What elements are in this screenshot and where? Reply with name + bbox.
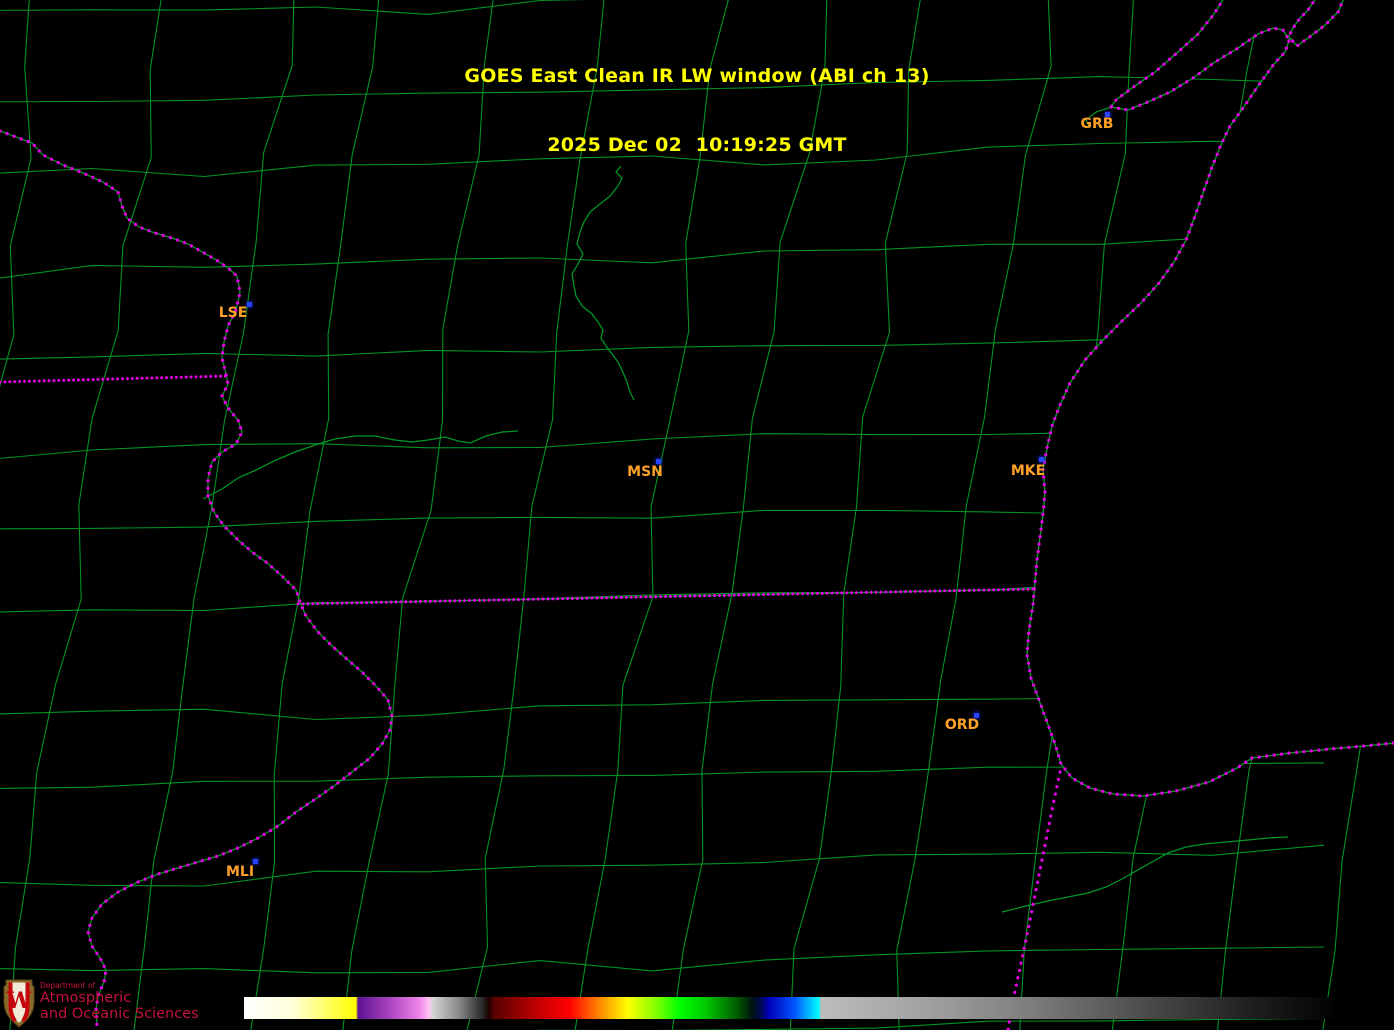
station-label: LSE [218,305,248,321]
station-label: MLI [225,864,255,880]
mississippi-river-green [0,130,393,1027]
uw-aos-logo: W Department of Atmospheric and Oceanic … [3,977,199,1029]
uw-crest: W [3,979,35,1028]
title-line1: GOES East Clean IR LW window (ABI ch 13) [464,65,930,87]
title-line2: 2025 Dec 02 10:19:25 GMT [547,134,847,156]
satellite-viewer: GOES East Clean IR LW window (ABI ch 13)… [0,0,1394,1030]
mississippi-border [0,129,394,1028]
station-label: MKE [1010,463,1046,479]
station-dot [252,858,258,864]
illinois-river [1001,836,1289,913]
logo-line1: Atmospheric [40,990,132,1006]
station-label: GRB [1080,116,1114,132]
logo-line2: and Oceanic Sciences [40,1006,199,1022]
image-title: GOES East Clean IR LW window (ABI ch 13)… [0,19,1394,203]
mn-ia-border [0,374,229,384]
logo-text: Department of Atmospheric and Oceanic Sc… [40,977,199,1022]
il-in-border [1006,770,1062,1030]
station-dot [655,458,661,464]
crest-letter: W [6,988,32,1014]
central-river [202,430,519,500]
station-label: MSN [627,464,663,480]
logo-department: Department of [40,981,95,990]
station-label: ORD [944,717,980,733]
ir-colorbar [244,997,1341,1019]
station-dot [1038,456,1044,462]
